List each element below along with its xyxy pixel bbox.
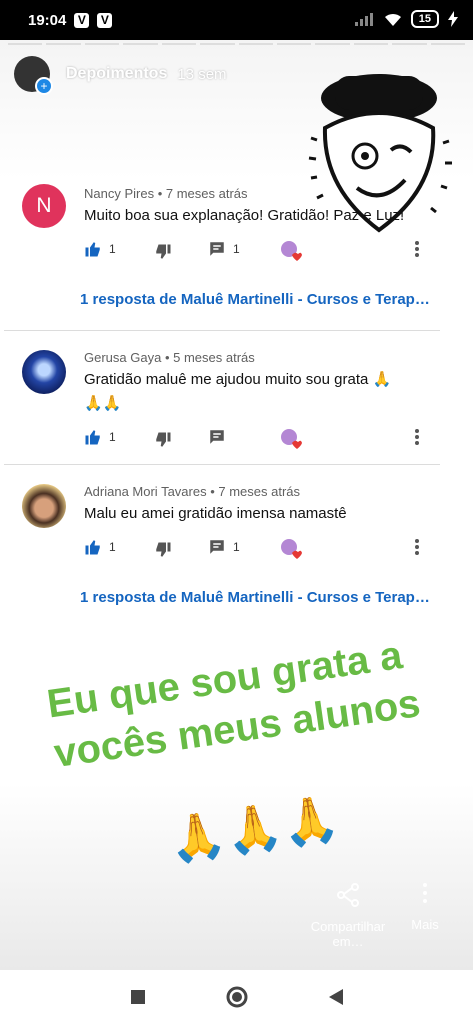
more-options-icon[interactable]: [414, 240, 420, 258]
comment-text: Muito boa sua explanação! Gratidão! Paz …: [84, 207, 405, 224]
share-button[interactable]: Compartilhar em…: [307, 882, 389, 949]
avatar[interactable]: [22, 350, 66, 394]
reply-icon[interactable]: [208, 538, 226, 556]
like-count: 1: [109, 540, 116, 554]
avatar[interactable]: [22, 484, 66, 528]
like-icon[interactable]: [84, 538, 102, 556]
story-overlay-text: Eu que sou grata a vocês meus alunos: [44, 620, 473, 779]
story-header: + Depoimentos 13 sem: [14, 56, 227, 95]
more-label: Mais: [411, 917, 439, 932]
comment-text-line: Gratidão maluê me ajudou muito sou grata…: [84, 371, 392, 388]
notification-badge: V: [97, 12, 113, 28]
praying-hands-emojis: 🙏🙏🙏: [165, 790, 343, 868]
divider: [4, 464, 440, 465]
creator-heart-icon: [281, 539, 302, 559]
add-story-icon[interactable]: +: [35, 77, 53, 95]
comment-actions: 1 1: [84, 240, 434, 261]
comment-text: Malu eu amei gratidão imensa namastê: [84, 505, 347, 522]
status-bar: 19:04 V V 15: [0, 0, 473, 40]
comment-author[interactable]: Gerusa Gaya: [84, 350, 161, 365]
notification-badge: V: [74, 12, 90, 28]
more-vertical-icon: [423, 883, 427, 903]
story-age: 13 sem: [177, 65, 227, 83]
reply-count: 1: [233, 242, 240, 256]
comment-actions: 1: [84, 428, 434, 449]
creator-heart-icon: [281, 429, 302, 449]
story-progress-bar: [8, 43, 466, 46]
home-icon[interactable]: [226, 986, 248, 1008]
comment-text: Gratidão maluê me ajudou muito sou grata…: [84, 368, 424, 416]
system-nav-bar: [0, 970, 473, 1024]
story-content[interactable]: + Depoimentos 13 sem N Nancy Pires • 7 m…: [0, 40, 473, 970]
replies-link[interactable]: 1 resposta de Maluê Martinelli - Cursos …: [80, 291, 440, 308]
charging-icon: [448, 11, 458, 27]
comment-time: 7 meses atrás: [165, 186, 248, 201]
dislike-icon[interactable]: [154, 431, 172, 449]
signal-icon: [354, 13, 373, 26]
like-count: 1: [109, 242, 116, 256]
comment-author[interactable]: Nancy Pires: [84, 186, 154, 201]
recents-icon[interactable]: [130, 989, 146, 1005]
praying-hands-icon: 🙏🙏🙏: [165, 791, 343, 867]
replies-link[interactable]: 1 resposta de Maluê Martinelli - Cursos …: [80, 589, 440, 606]
reply-count: 1: [233, 540, 240, 554]
story-title[interactable]: Depoimentos: [66, 65, 167, 83]
status-time: 19:04: [28, 11, 67, 29]
profile-avatar[interactable]: +: [14, 56, 53, 95]
comment-time: 7 meses atrás: [218, 484, 301, 499]
share-icon: [337, 883, 359, 907]
share-label: Compartilhar em…: [310, 919, 386, 949]
more-options-icon[interactable]: [414, 538, 420, 556]
like-icon[interactable]: [84, 428, 102, 446]
avatar[interactable]: N: [22, 184, 66, 228]
reply-icon[interactable]: [208, 428, 226, 446]
dislike-icon[interactable]: [154, 243, 172, 261]
comment-author[interactable]: Adriana Mori Tavares: [84, 484, 207, 499]
creator-heart-icon: [281, 241, 302, 261]
back-icon[interactable]: [328, 988, 344, 1006]
more-options-icon[interactable]: [414, 428, 420, 446]
divider: [4, 330, 440, 331]
comment-text-line: 🙏🙏: [84, 395, 122, 412]
more-button[interactable]: Mais: [405, 882, 445, 932]
battery-indicator: 15: [410, 10, 439, 28]
wifi-icon: [384, 13, 401, 26]
like-count: 1: [109, 430, 116, 444]
comment-time: 5 meses atrás: [173, 350, 255, 365]
like-icon[interactable]: [84, 240, 102, 258]
comment-actions: 1 1: [84, 538, 434, 559]
dislike-icon[interactable]: [154, 541, 172, 559]
reply-icon[interactable]: [208, 240, 226, 258]
